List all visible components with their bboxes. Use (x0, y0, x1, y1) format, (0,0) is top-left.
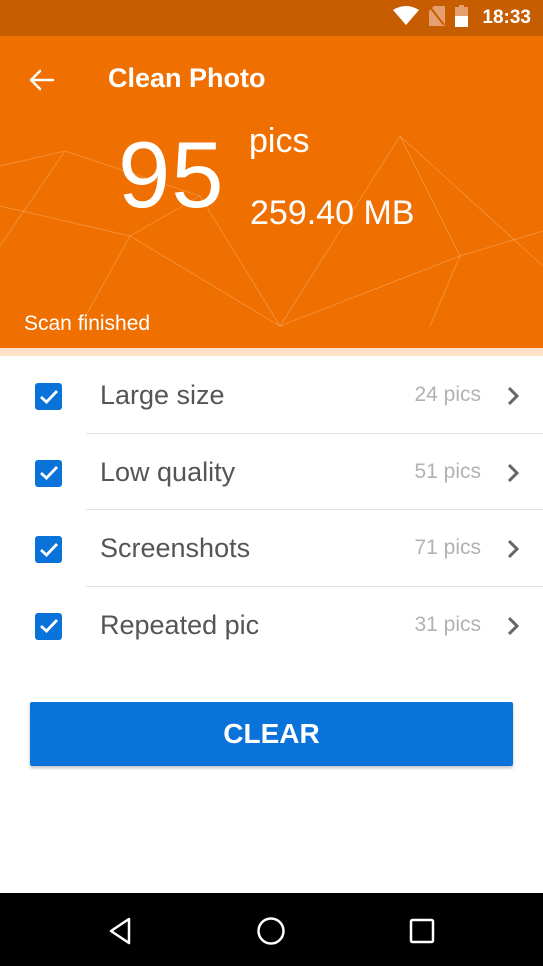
status-icons: 18:33 (393, 0, 531, 36)
nav-back-button[interactable] (100, 911, 140, 951)
nav-home-button[interactable] (251, 911, 291, 951)
photo-count-unit: pics (249, 122, 310, 160)
back-button[interactable] (22, 60, 62, 100)
category-item-screenshots[interactable]: Screenshots 71 pics (0, 510, 543, 587)
category-label: Large size (100, 380, 225, 410)
category-item-low-quality[interactable]: Low quality 51 pics (0, 434, 543, 510)
photo-count: 95 (118, 122, 225, 227)
total-size: 259.40 MB (250, 194, 415, 232)
status-time: 18:33 (482, 7, 531, 28)
checkmark-icon (39, 542, 58, 557)
category-item-repeated-pic[interactable]: Repeated pic 31 pics (0, 587, 543, 664)
chevron-right-icon (507, 463, 520, 482)
category-label: Low quality (100, 456, 236, 487)
nav-recents-button[interactable] (402, 911, 442, 951)
category-label: Screenshots (100, 533, 251, 563)
checkbox-screenshots[interactable] (35, 536, 62, 563)
checkmark-icon (39, 619, 58, 633)
page-title: Clean Photo (108, 63, 266, 93)
chevron-right-icon (507, 616, 520, 635)
checkbox-large-size[interactable] (35, 383, 62, 410)
battery-icon (455, 4, 469, 32)
header-strip (0, 348, 543, 356)
clear-button[interactable]: CLEAR (30, 702, 513, 766)
checkbox-low-quality[interactable] (35, 459, 62, 487)
wifi-icon (393, 5, 420, 31)
back-triangle-icon (109, 917, 131, 945)
category-count: 51 pics (414, 459, 481, 483)
checkmark-icon (39, 466, 58, 480)
navigation-bar (0, 893, 543, 966)
arrow-left-icon (29, 69, 55, 91)
header-background-pattern (0, 135, 543, 327)
category-count: 24 pics (414, 383, 481, 406)
checkbox-repeated-pic[interactable] (35, 612, 62, 640)
category-count: 71 pics (414, 536, 481, 559)
chevron-right-icon (507, 539, 520, 559)
no-sim-icon (429, 5, 446, 31)
home-circle-icon (257, 917, 285, 945)
category-list: Large size 24 pics Low quality 51 pics S… (0, 357, 543, 663)
category-count: 31 pics (414, 612, 481, 636)
scan-status: Scan finished (24, 312, 151, 335)
category-item-large-size[interactable]: Large size 24 pics (0, 357, 543, 434)
status-bar: 18:33 (0, 0, 543, 36)
header: Clean Photo 95 pics 259.40 MB Scan finis… (0, 36, 543, 348)
chevron-right-icon (507, 386, 520, 406)
recents-square-icon (409, 918, 435, 944)
category-label: Repeated pic (100, 609, 260, 640)
checkmark-icon (39, 389, 58, 404)
